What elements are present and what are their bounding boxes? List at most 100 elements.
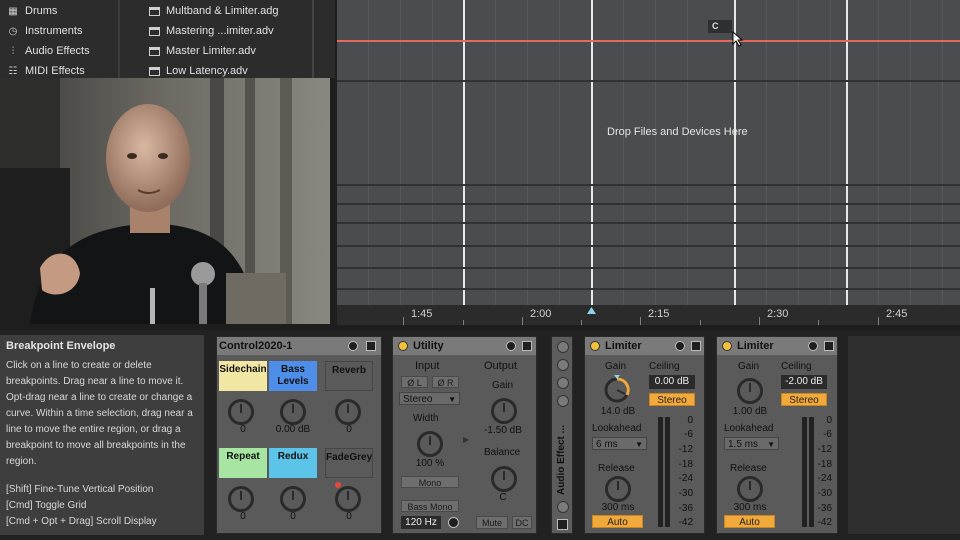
ceiling-value-field[interactable]: -2.00 dB [781,375,827,389]
automation-envelope-line[interactable] [337,40,960,42]
release-knob[interactable] [737,476,763,502]
mute-toggle[interactable]: Mute [476,516,508,529]
macro-value: 0 [240,511,246,522]
macro-reverb-label[interactable]: Reverb [325,361,373,391]
arrangement-view[interactable]: C Drop Files and Devices Here [337,0,960,305]
meter-scale-label: -6 [823,429,832,440]
gain-value: 14.0 dB [600,406,636,417]
rack-save-icon[interactable] [557,519,568,530]
device-title: Limiter [605,340,642,352]
browser-category-drums[interactable]: ▦ Drums [7,2,57,20]
width-value: 100 % [415,458,445,469]
device-power-icon[interactable] [722,341,732,351]
macro-fadegrey-label[interactable]: FadeGrey [325,448,373,478]
macro-knob-fadegrey[interactable] [335,486,361,512]
audition-headphone-icon[interactable] [448,517,459,528]
dropdown-value: 6 ms [596,439,618,450]
phase-right-toggle[interactable]: Ø R [432,376,459,388]
gain-knob[interactable] [491,398,517,424]
bass-mono-toggle[interactable]: Bass Mono [401,500,459,512]
grid-line [368,0,369,305]
macro-sidechain-label[interactable]: Sidechain [219,361,267,391]
meter-scale-label: -42 [678,517,693,528]
width-knob[interactable] [417,431,443,457]
channel-mode-dropdown[interactable]: Stereo ▼ [399,392,460,405]
file-label: Mastering ...imiter.adv [166,25,274,37]
playhead-marker-icon[interactable] [587,307,596,314]
device-power-icon[interactable] [590,341,600,351]
track-divider [337,267,960,269]
save-preset-icon[interactable] [366,341,376,351]
hot-swap-icon[interactable] [675,341,685,351]
file-label: Multband & Limiter.adg [166,5,279,17]
device-power-icon[interactable] [398,341,408,351]
file-icon [149,66,160,76]
bass-mono-frequency-field[interactable]: 120 Hz [401,516,441,529]
grid-line [623,0,624,305]
hot-swap-icon[interactable] [348,341,358,351]
gain-knob[interactable] [602,375,632,405]
stereo-button[interactable]: Stereo [649,393,695,406]
file-icon [149,26,160,36]
gain-label: Gain [492,380,514,391]
rack-devices-icon[interactable] [557,395,569,407]
device-title-bar[interactable]: Limiter [585,337,704,355]
browser-file-item[interactable]: Multband & Limiter.adg [149,2,279,20]
meter-scale-label: -36 [817,503,832,514]
meter-scale-label: -30 [817,488,832,499]
dc-toggle[interactable]: DC [512,516,532,529]
browser-category-instruments[interactable]: ◷ Instruments [7,22,83,40]
mono-toggle[interactable]: Mono [401,476,459,488]
device-title-bar[interactable]: Control2020-1 [217,337,381,355]
device-title-bar[interactable]: Limiter [717,337,837,355]
macro-repeat-label[interactable]: Repeat [219,448,267,478]
rack-macros-icon[interactable] [557,359,569,371]
meter-scale-label: -12 [817,444,832,455]
grid-line [878,0,879,305]
save-preset-icon[interactable] [522,341,532,351]
hot-swap-icon[interactable] [506,341,516,351]
meter-scale-label: -24 [817,473,832,484]
macro-value: 0 [346,511,352,522]
info-shortcut: [Cmd + Opt + Drag] Scroll Display [6,516,157,527]
macro-bass-levels-label[interactable]: Bass Levels [269,361,317,391]
hot-swap-icon[interactable] [808,341,818,351]
timeline-ruler[interactable]: 1:45 2:00 2:15 2:30 2:45 [337,305,960,325]
macro-knob-redux[interactable] [280,486,306,512]
browser-file-item[interactable]: Mastering ...imiter.adv [149,22,274,40]
device-drop-area[interactable] [848,336,960,534]
ceiling-value-field[interactable]: 0.00 dB [649,375,695,389]
balance-knob[interactable] [491,466,517,492]
browser-divider[interactable] [118,0,120,78]
browser-file-item[interactable]: Master Limiter.adv [149,42,256,60]
info-body: Click on a line to create or delete brea… [6,360,193,467]
device-title: Control2020-1 [219,340,293,352]
release-value: 300 ms [733,502,767,513]
level-meter-right [665,417,670,527]
macro-knob-repeat[interactable] [228,486,254,512]
device-title-bar[interactable]: Utility [393,337,536,355]
rack-chain-list-icon[interactable] [557,377,569,389]
macro-knob-bass-levels[interactable] [280,399,306,425]
auto-release-button[interactable]: Auto [724,515,775,528]
gain-label: Gain [738,361,760,372]
stereo-button[interactable]: Stereo [781,393,827,406]
macro-knob-reverb[interactable] [335,399,361,425]
rack-power-icon[interactable] [557,341,569,353]
release-knob[interactable] [605,476,631,502]
lookahead-dropdown[interactable]: 6 ms ▼ [592,437,647,450]
browser-scrollbar[interactable] [312,0,314,78]
track-divider [337,184,960,186]
save-preset-icon[interactable] [691,341,701,351]
save-preset-icon[interactable] [824,341,834,351]
macro-knob-sidechain[interactable] [228,399,254,425]
rack-hot-swap-icon[interactable] [557,501,569,513]
browser-category-audio-effects[interactable]: ⫶ Audio Effects [7,42,90,60]
info-shortcut: [Shift] Fine-Tune Vertical Position [6,484,154,495]
phase-left-toggle[interactable]: Ø L [401,376,428,388]
auto-release-button[interactable]: Auto [592,515,643,528]
lookahead-dropdown[interactable]: 1.5 ms ▼ [724,437,779,450]
meter-scale-label: -42 [817,517,832,528]
gain-knob[interactable] [737,378,763,404]
macro-redux-label[interactable]: Redux [269,448,317,478]
